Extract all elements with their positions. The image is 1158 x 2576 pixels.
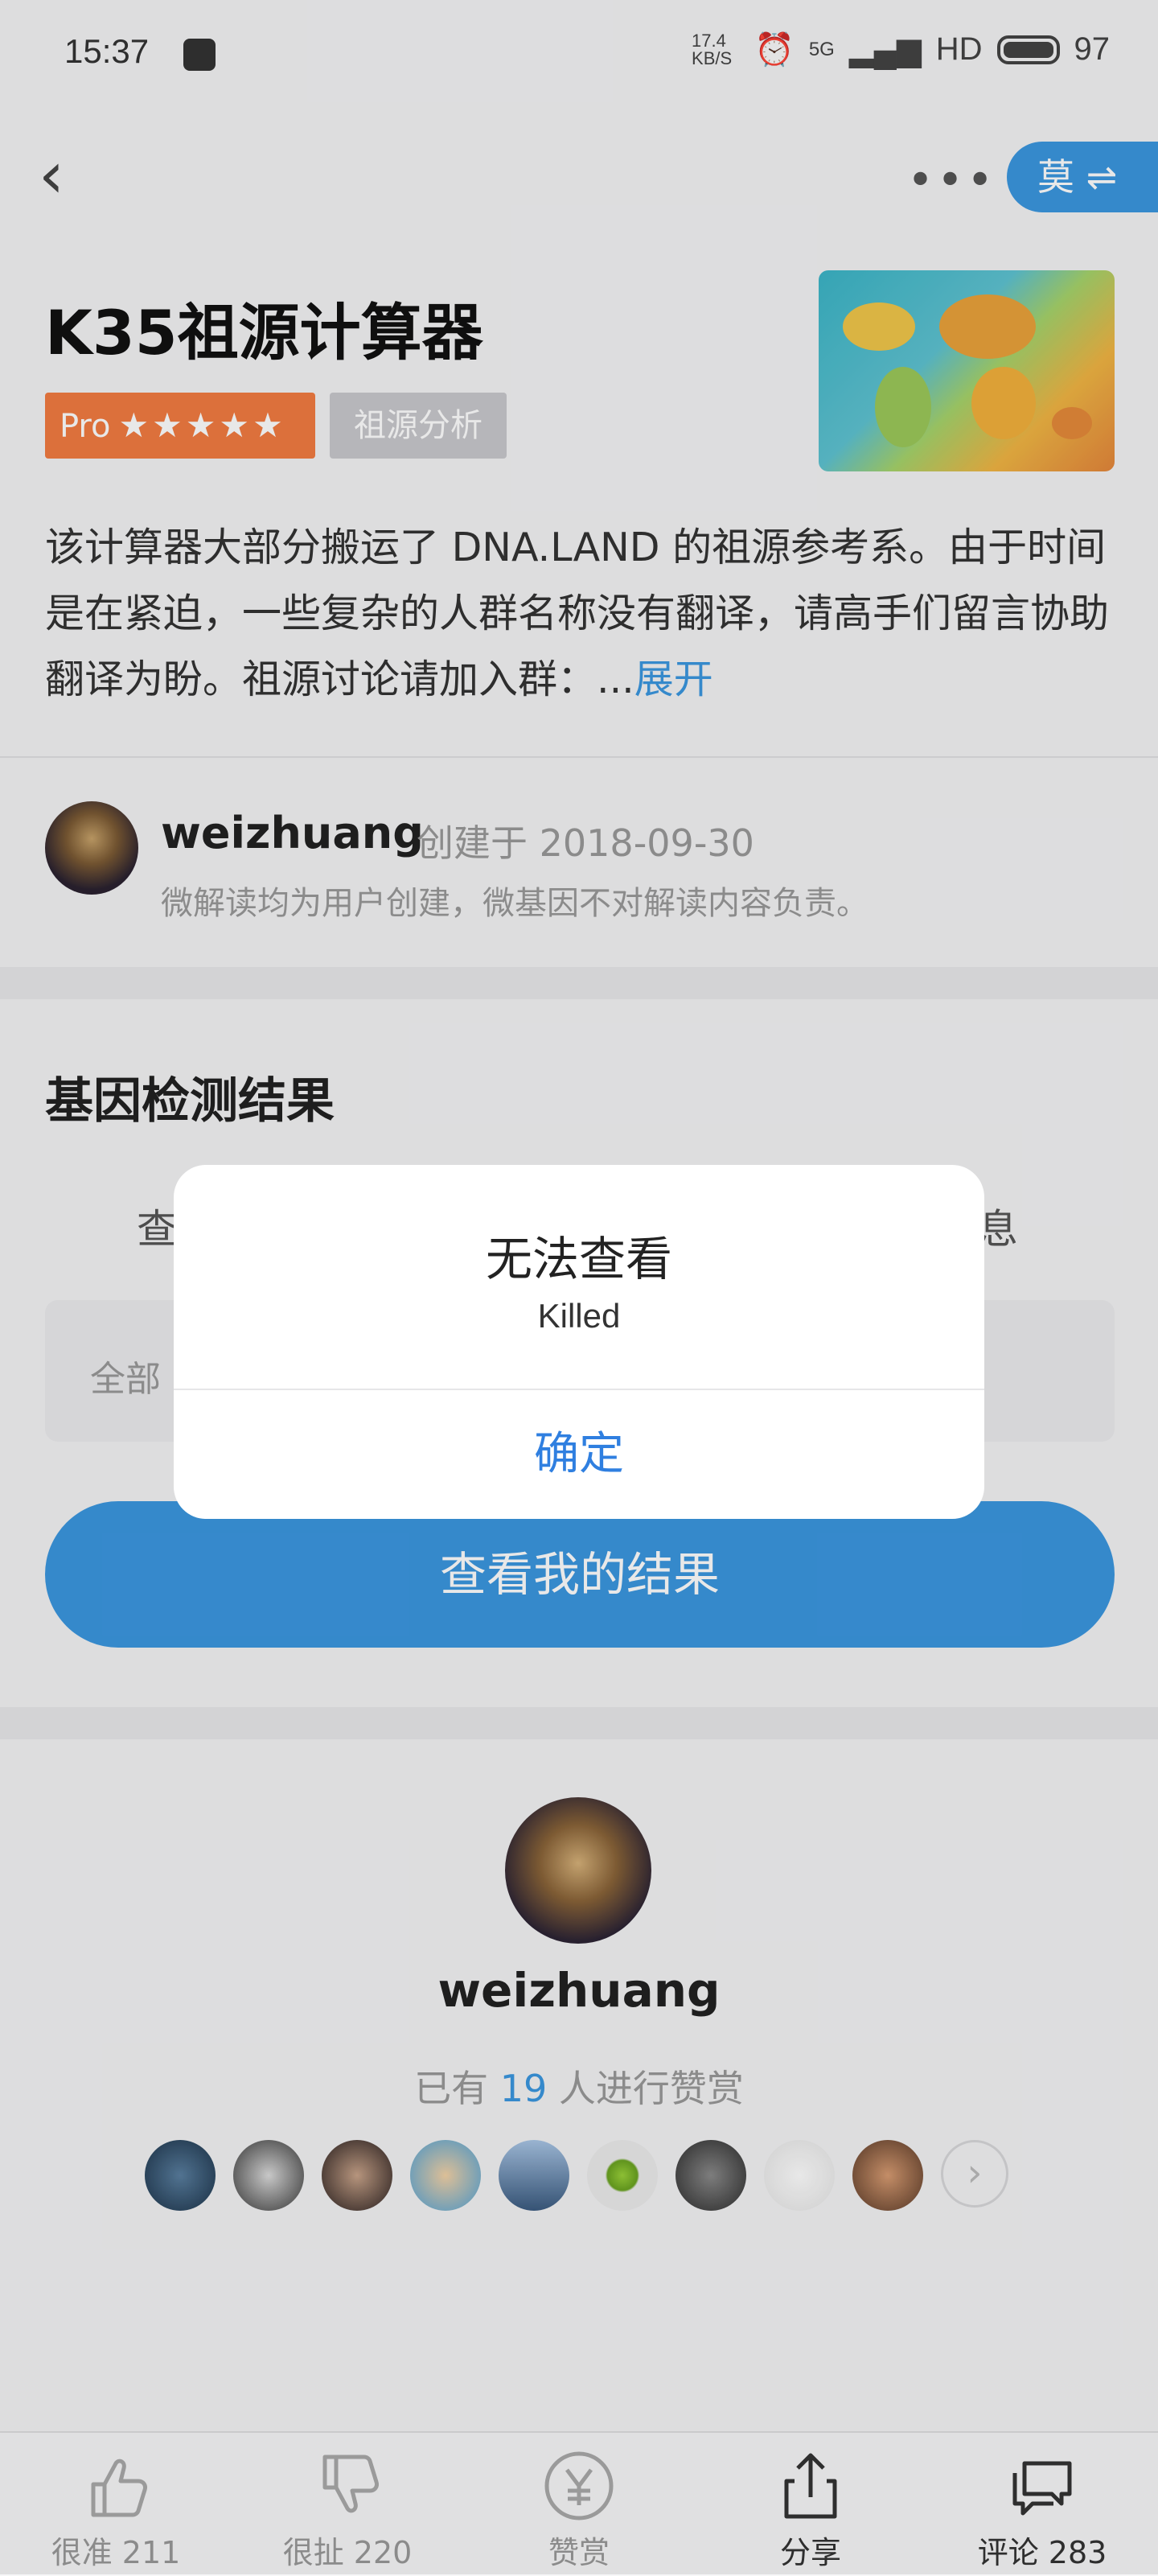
- dialog-title: 无法查看: [485, 1232, 672, 1286]
- dialog-confirm-button[interactable]: 确定: [174, 1390, 984, 1519]
- error-dialog: 无法查看 Killed 确定: [174, 1165, 984, 1519]
- dialog-message: Killed: [537, 1297, 621, 1335]
